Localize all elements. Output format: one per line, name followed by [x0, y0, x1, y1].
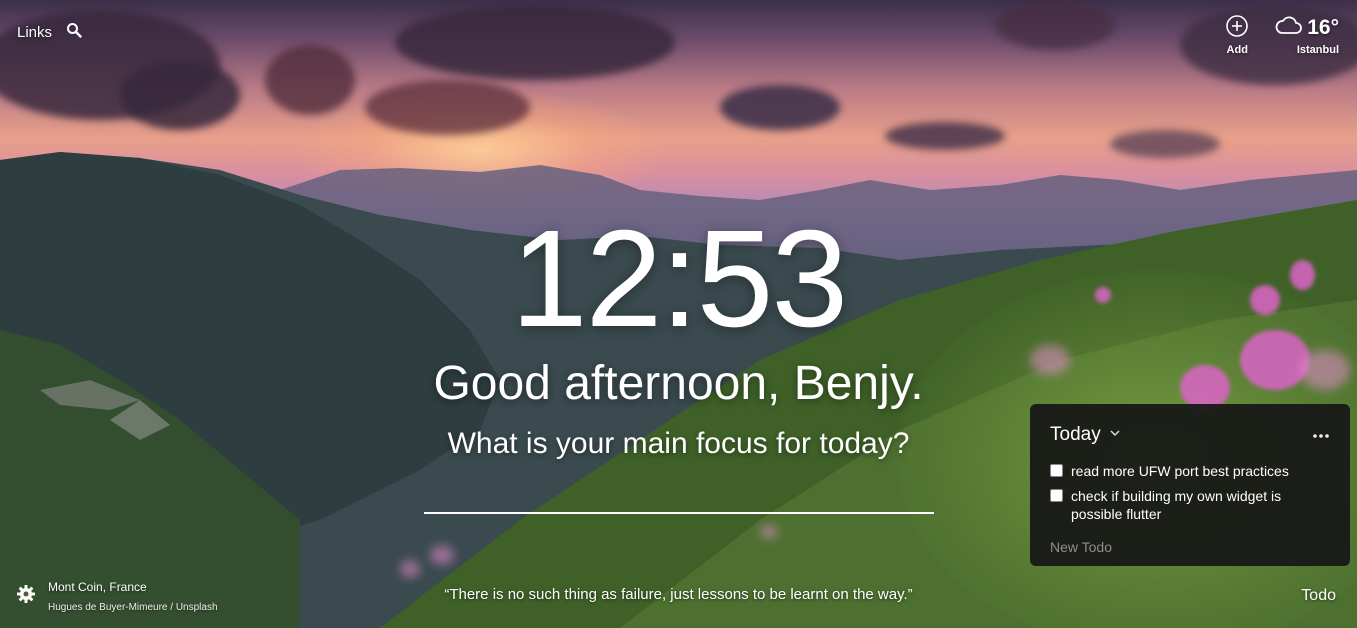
- weather-widget[interactable]: 16° Istanbul: [1275, 14, 1339, 56]
- add-label: Add: [1226, 44, 1248, 56]
- links-bar: Links: [17, 22, 82, 42]
- temperature: 16°: [1307, 15, 1339, 39]
- todo-item-text[interactable]: check if building my own widget is possi…: [1071, 487, 1311, 523]
- clock[interactable]: 12:53: [0, 210, 1357, 348]
- weather-city: Istanbul: [1296, 44, 1339, 56]
- todo-checkbox[interactable]: [1050, 464, 1063, 477]
- todo-list: read more UFW port best practices check …: [1050, 462, 1330, 523]
- links-button[interactable]: Links: [17, 24, 52, 41]
- todo-list-selector[interactable]: Today: [1050, 424, 1121, 446]
- todo-checkbox[interactable]: [1050, 489, 1063, 502]
- more-options-icon[interactable]: [1312, 426, 1330, 444]
- todo-item: check if building my own widget is possi…: [1050, 487, 1330, 523]
- momentum-new-tab: Links Add 16° Istanbul 12:53 Good aftern…: [0, 0, 1357, 628]
- chevron-down-icon: [1109, 426, 1121, 444]
- daily-quote[interactable]: “There is no such thing as failure, just…: [0, 586, 1357, 603]
- search-icon[interactable]: [66, 22, 82, 42]
- background-flower: [430, 545, 454, 565]
- todo-item-text[interactable]: read more UFW port best practices: [1071, 462, 1311, 480]
- todo-panel: Today read more UFW port best practices: [1030, 404, 1350, 566]
- top-right-widgets: Add 16° Istanbul: [1225, 14, 1339, 56]
- background-flower: [400, 560, 420, 578]
- new-todo-input[interactable]: [1050, 539, 1310, 555]
- add-widget-button[interactable]: Add: [1225, 14, 1249, 56]
- greeting[interactable]: Good afternoon, Benjy.: [0, 356, 1357, 411]
- todo-toggle-button[interactable]: Todo: [1301, 587, 1336, 605]
- focus-input[interactable]: [424, 478, 934, 514]
- todo-item: read more UFW port best practices: [1050, 462, 1330, 480]
- cloud-icon: [1275, 14, 1303, 41]
- todo-list-title: Today: [1050, 424, 1101, 445]
- plus-circle-icon: [1225, 14, 1249, 44]
- todo-header: Today: [1050, 424, 1330, 446]
- photo-credit[interactable]: Hugues de Buyer-Mimeure / Unsplash: [48, 602, 218, 613]
- background-flower: [760, 525, 778, 539]
